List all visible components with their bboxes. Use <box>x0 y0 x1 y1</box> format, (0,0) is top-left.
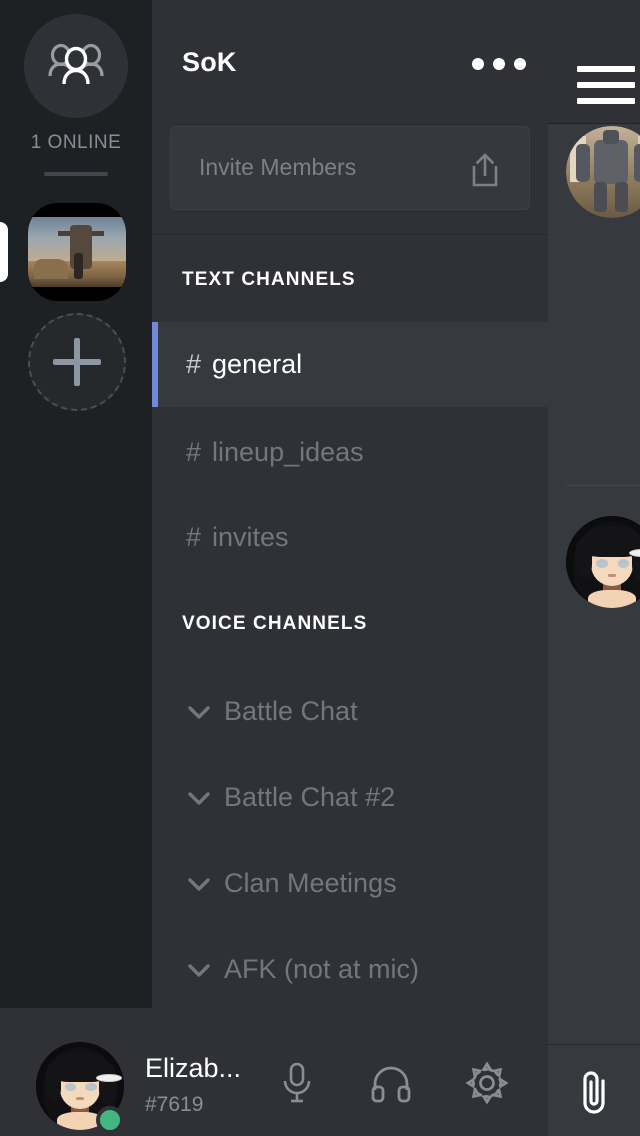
channel-panel: SoK Invite Members TEXT CHANNELS # gener… <box>152 0 548 1008</box>
status-badge-online <box>96 1106 124 1134</box>
hash-icon: # <box>186 437 202 467</box>
voice-channel-label: Clan Meetings <box>224 868 397 898</box>
channel-label: general <box>212 349 303 379</box>
invite-members-button[interactable]: Invite Members <box>170 126 530 210</box>
channel-label: lineup_ideas <box>212 437 364 467</box>
message-divider <box>566 485 640 486</box>
headphones-icon[interactable] <box>368 1060 414 1106</box>
voice-channel-label: Battle Chat <box>224 696 358 726</box>
category-header-voice-channels: VOICE CHANNELS <box>182 613 368 634</box>
guild-header: SoK <box>152 0 548 122</box>
username-label: Elizab... <box>145 1053 242 1083</box>
plus-icon <box>53 338 101 386</box>
active-channel-indicator <box>152 322 158 407</box>
ellipsis-dot <box>514 58 526 70</box>
user-status-bar: Elizab... #7619 <box>0 1008 548 1136</box>
channel-label: invites <box>212 522 289 552</box>
chevron-down-icon <box>188 963 210 977</box>
discord-mobile-app: 1 ONLINE SoK Invite Members TEXT CHANNEL… <box>0 0 640 1136</box>
gear-icon[interactable] <box>464 1060 510 1106</box>
chevron-down-icon <box>188 705 210 719</box>
hamburger-menu-icon[interactable] <box>577 66 635 106</box>
hash-icon: # <box>186 522 202 552</box>
chat-topbar <box>548 0 640 124</box>
guild-more-button[interactable] <box>472 52 526 76</box>
panel-separator <box>152 234 548 235</box>
invite-members-label: Invite Members <box>199 154 357 180</box>
add-server-button[interactable] <box>28 313 126 411</box>
message-avatar-mech[interactable] <box>566 126 640 218</box>
voice-channel-item-battle-chat[interactable]: Battle Chat <box>152 669 548 754</box>
paperclip-icon[interactable] <box>573 1067 615 1117</box>
voice-channel-label: AFK (not at mic) <box>224 954 420 984</box>
ellipsis-dot <box>493 58 505 70</box>
voice-channel-item-clan-meetings[interactable]: Clan Meetings <box>152 841 548 926</box>
microphone-icon[interactable] <box>274 1060 320 1106</box>
hash-icon: # <box>186 349 202 379</box>
user-discriminator: #7619 <box>145 1093 204 1116</box>
channel-item-lineup-ideas[interactable]: # lineup_ideas <box>152 410 548 495</box>
server-thumbnail-game <box>28 203 126 301</box>
server-rail: 1 ONLINE <box>0 0 152 1008</box>
active-server-indicator <box>0 222 8 282</box>
message-avatar-anime[interactable] <box>566 516 640 608</box>
chat-input-bar[interactable] <box>548 1044 640 1136</box>
chat-panel-peek[interactable] <box>548 0 640 1136</box>
voice-channel-label: Battle Chat #2 <box>224 782 396 812</box>
voice-channel-item-afk[interactable]: AFK (not at mic) <box>152 927 548 1008</box>
channel-item-invites[interactable]: # invites <box>152 495 548 580</box>
online-count: 1 ONLINE <box>30 132 122 153</box>
chevron-down-icon <box>188 791 210 805</box>
ellipsis-dot <box>472 58 484 70</box>
home-direct-messages-button[interactable] <box>24 14 128 118</box>
guild-name: SoK <box>182 47 237 77</box>
voice-channel-item-battle-chat-2[interactable]: Battle Chat #2 <box>152 755 548 840</box>
chevron-down-icon <box>188 877 210 891</box>
people-group-icon <box>48 43 104 85</box>
channel-item-general[interactable]: # general <box>152 322 548 407</box>
share-icon <box>472 153 498 187</box>
rail-divider <box>44 172 108 176</box>
category-header-text-channels: TEXT CHANNELS <box>182 269 356 290</box>
server-item-sok[interactable] <box>28 203 126 301</box>
